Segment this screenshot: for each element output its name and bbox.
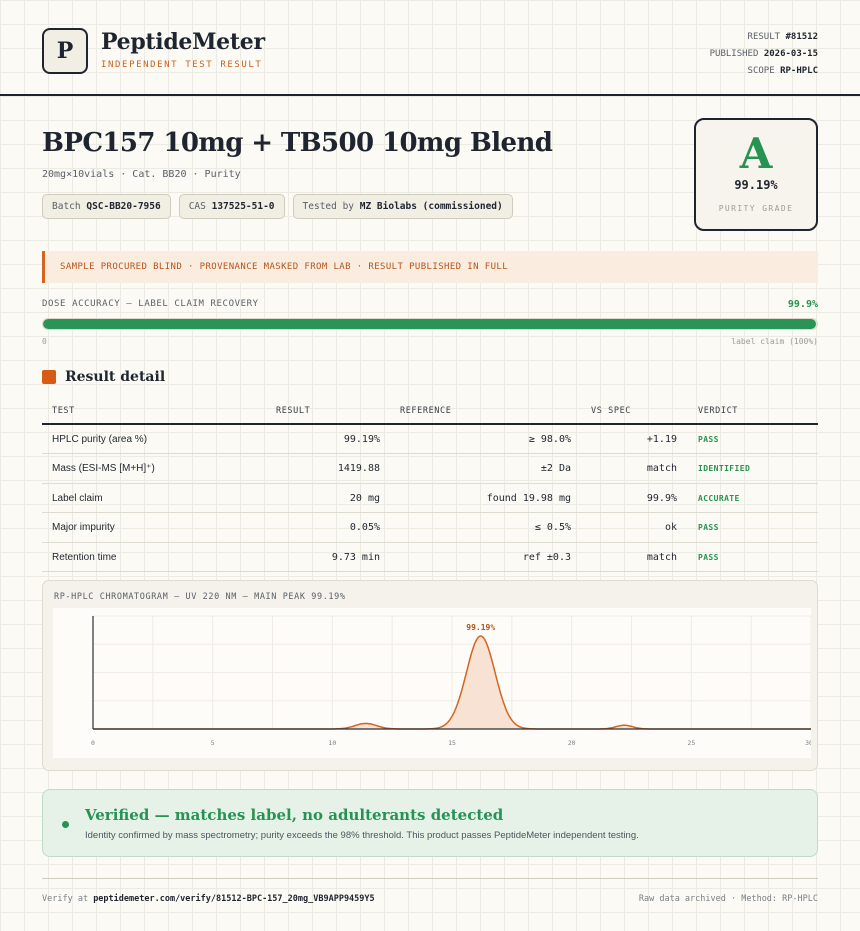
grade-purity: 99.19% bbox=[734, 178, 778, 192]
tested-by-chip: Tested by MZ Biolabs (commissioned) bbox=[292, 194, 513, 219]
x-tick-label: 30m bbox=[805, 739, 811, 747]
section-title: Result detail bbox=[65, 369, 166, 385]
cell-verdict: IDENTIFIED bbox=[698, 464, 751, 474]
x-tick-label: 5 bbox=[211, 739, 215, 747]
cell-result: 0.05% bbox=[349, 522, 380, 534]
purity-grade-card: A 99.19% PURITY GRADE bbox=[694, 118, 818, 231]
cell-test: Mass (ESI-MS [M+H]⁺) bbox=[52, 463, 155, 475]
x-tick-label: 10 bbox=[328, 739, 336, 747]
cell-reference: ≥ 98.0% bbox=[528, 434, 571, 445]
cell-test: Label claim bbox=[52, 492, 103, 504]
table-row: HPLC purity (area %) 99.19% ≥ 98.0% +1.19 PA… bbox=[42, 425, 818, 455]
cell-reference: found 19.98 mg bbox=[486, 492, 571, 504]
table-row: Label claim 20 mg found 19.98 mg 99.9% ACCUR… bbox=[42, 484, 818, 514]
result-meta: RESULT #81512 PUBLISHED 2026-03-15 SCOPE… bbox=[710, 29, 818, 80]
dose-min-label: 0 bbox=[42, 337, 47, 346]
table-row: Major impurity 0.05% ≤ 0.5% ok PASS bbox=[42, 513, 818, 543]
header-vs-spec: VS SPEC bbox=[591, 406, 632, 416]
product-subtitle: 20mg×10vials · Cat. BB20 · Purity bbox=[42, 169, 241, 180]
x-tick-label: 25 bbox=[687, 739, 695, 747]
cell-vs-spec: 99.9% bbox=[646, 492, 677, 504]
cell-test: Major impurity bbox=[52, 522, 115, 534]
x-tick-label: 20 bbox=[568, 739, 576, 747]
verified-text: Identity confirmed by mass spectrometry;… bbox=[85, 830, 639, 841]
cell-vs-spec: match bbox=[646, 463, 677, 475]
section-marker-icon bbox=[42, 370, 56, 384]
cell-reference: ref ±0.3 bbox=[522, 551, 571, 563]
published-line: PUBLISHED 2026-03-15 bbox=[709, 49, 818, 59]
table-row: Mass (ESI-MS [M+H]⁺) 1419.88 ±2 Da match IDE… bbox=[42, 454, 818, 484]
verified-dot-icon bbox=[62, 821, 69, 828]
result-id-line: RESULT #81512 bbox=[747, 32, 818, 42]
header-reference: REFERENCE bbox=[400, 406, 452, 416]
batch-chip: Batch QSC-BB20-7956 bbox=[42, 194, 171, 219]
chromatogram-plot: 0 5 10 15 20 25 30m 99.19% bbox=[53, 608, 817, 758]
cell-test: HPLC purity (area %) bbox=[52, 434, 148, 445]
brand-subtitle: INDEPENDENT TEST RESULT bbox=[101, 60, 263, 70]
cell-verdict: ACCURATE bbox=[698, 493, 740, 503]
verified-title: Verified — matches label, no adulterants… bbox=[85, 806, 504, 824]
x-tick-label: 0 bbox=[91, 739, 95, 747]
cell-result: 20 mg bbox=[349, 492, 380, 504]
page-footer: Verify at peptidemeter.com/verify/81512-… bbox=[42, 878, 818, 904]
dose-progress-fill bbox=[43, 319, 817, 329]
logo: P bbox=[42, 28, 88, 74]
header-test: TEST bbox=[52, 406, 75, 416]
product-chips: Batch QSC-BB20-7956 CAS 137525-51-0 Test… bbox=[42, 194, 513, 219]
peak-label: 99.19% bbox=[466, 623, 495, 632]
table-header: TEST RESULT REFERENCE VS SPEC VERDICT bbox=[42, 398, 818, 425]
cell-vs-spec: +1.19 bbox=[646, 434, 677, 445]
cell-test: Retention time bbox=[52, 551, 117, 563]
cas-chip: CAS 137525-51-0 bbox=[178, 194, 285, 219]
published-date: 2026-03-15 bbox=[763, 49, 818, 59]
footer-method: Raw data archived · Method: RP-HPLC bbox=[638, 894, 818, 904]
chromatogram-svg: 0 5 10 15 20 25 30m 99.19% bbox=[91, 615, 817, 747]
dose-accuracy-value: 99.9% bbox=[787, 299, 818, 310]
dose-progress-bar bbox=[42, 318, 818, 330]
cell-verdict: PASS bbox=[698, 523, 719, 533]
cell-result: 99.19% bbox=[343, 434, 380, 445]
cell-vs-spec: match bbox=[646, 551, 677, 563]
verify-line: Verify at peptidemeter.com/verify/81512-… bbox=[42, 894, 375, 904]
cell-result: 1419.88 bbox=[337, 463, 380, 475]
product-title: BPC157 10mg + TB500 10mg Blend bbox=[42, 128, 553, 158]
scope-line: SCOPE RP-HPLC bbox=[747, 66, 818, 76]
cell-reference: ≤ 0.5% bbox=[534, 522, 571, 534]
cell-result: 9.73 min bbox=[331, 551, 380, 563]
table-row: Retention time 9.73 min ref ±0.3 match PASS bbox=[42, 543, 818, 572]
dose-accuracy-label: DOSE ACCURACY — LABEL CLAIM RECOVERY bbox=[42, 299, 259, 309]
header-result: RESULT bbox=[276, 406, 311, 416]
result-id: #81512 bbox=[785, 32, 818, 42]
cell-reference: ±2 Da bbox=[540, 463, 571, 475]
scope-value: RP-HPLC bbox=[780, 66, 818, 76]
verified-banner: Verified — matches label, no adulterants… bbox=[42, 789, 818, 857]
brand-name: PeptideMeter bbox=[101, 29, 265, 55]
chromatogram-panel: RP-HPLC CHROMATOGRAM — UV 220 NM — MAIN … bbox=[42, 580, 818, 771]
grade-letter: A bbox=[739, 129, 773, 178]
verify-link[interactable]: peptidemeter.com/verify/81512-BPC-157_20… bbox=[93, 894, 374, 904]
grade-label: PURITY GRADE bbox=[718, 204, 794, 213]
cell-vs-spec: ok bbox=[664, 522, 677, 534]
header-verdict: VERDICT bbox=[698, 406, 739, 416]
cell-verdict: PASS bbox=[698, 552, 719, 562]
chromatogram-title: RP-HPLC CHROMATOGRAM — UV 220 NM — MAIN … bbox=[54, 592, 346, 602]
results-table: TEST RESULT REFERENCE VS SPEC VERDICT HP… bbox=[42, 398, 818, 572]
procurement-banner: SAMPLE PROCURED BLIND · PROVENANCE MASKE… bbox=[42, 251, 818, 283]
dose-max-label: label claim (100%) bbox=[731, 337, 818, 346]
x-tick-label: 15 bbox=[448, 739, 456, 747]
page-header: P PeptideMeter INDEPENDENT TEST RESULT R… bbox=[0, 0, 860, 96]
cell-verdict: PASS bbox=[698, 435, 719, 444]
